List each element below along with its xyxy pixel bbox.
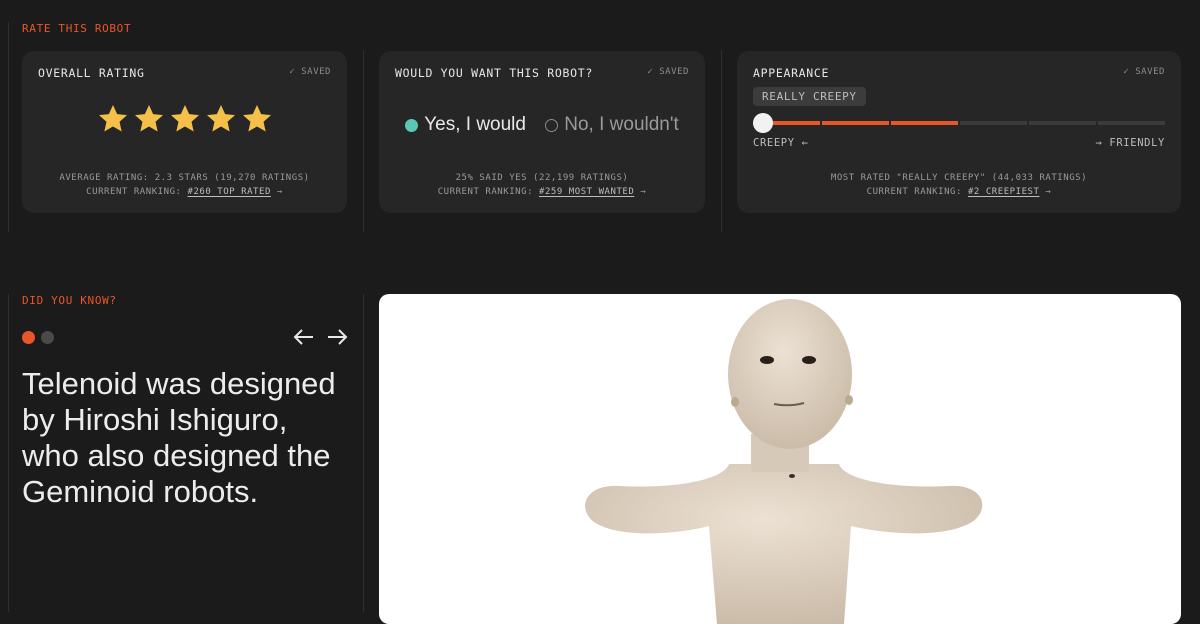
radio-no[interactable]: No, I wouldn't bbox=[545, 114, 679, 136]
fact-text: Telenoid was designed by Hiroshi Ishigur… bbox=[22, 366, 336, 509]
radio-yes-label: Yes, I would bbox=[424, 114, 526, 135]
slider-segment[interactable] bbox=[1029, 121, 1096, 125]
radio-selected-icon bbox=[405, 118, 419, 132]
carousel-pagination bbox=[22, 331, 60, 349]
appearance-card: APPEARANCE ✓ SAVED REALLY CREEPY CREEPY … bbox=[737, 51, 1181, 213]
carousel-dot[interactable] bbox=[22, 331, 35, 344]
star-icon[interactable] bbox=[97, 103, 129, 135]
appearance-stats: MOST RATED "REALLY CREEPY" (44,033 RATIN… bbox=[737, 171, 1181, 199]
previous-arrow-icon[interactable] bbox=[292, 326, 316, 348]
divider-center-1 bbox=[363, 50, 364, 232]
star-icon[interactable] bbox=[133, 103, 165, 135]
slider-segment[interactable] bbox=[891, 121, 958, 125]
telenoid-robot-picture bbox=[585, 299, 983, 624]
radio-yes[interactable]: Yes, I would bbox=[405, 114, 526, 136]
creepiest-ranking-link[interactable]: #2 CREEPIEST bbox=[968, 187, 1040, 197]
carousel-dot[interactable] bbox=[41, 331, 54, 344]
want-stats: 25% SAID YES (22,199 RATINGS) CURRENT RA… bbox=[379, 171, 705, 199]
slider-segment[interactable] bbox=[822, 121, 889, 125]
card-title: WOULD YOU WANT THIS ROBOT? bbox=[395, 66, 593, 80]
arrow-right-icon: → bbox=[634, 187, 647, 197]
friendly-label: → FRIENDLY bbox=[1095, 137, 1165, 149]
ranking-prefix: CURRENT RANKING: bbox=[866, 187, 962, 197]
arrow-right-icon: → bbox=[1039, 187, 1052, 197]
divider-left-lower bbox=[8, 294, 9, 612]
overall-rating-card: OVERALL RATING ✓ SAVED AVERAGE RATING: 2… bbox=[22, 51, 347, 213]
rating-stats: AVERAGE RATING: 2.3 STARS (19,270 RATING… bbox=[22, 171, 347, 199]
want-robot-radio-group: Yes, I would No, I wouldn't bbox=[379, 114, 705, 138]
star-rating[interactable] bbox=[22, 103, 347, 140]
appearance-slider-handle[interactable] bbox=[753, 113, 773, 133]
star-icon[interactable] bbox=[205, 103, 237, 135]
did-you-know-label: DID YOU KNOW? bbox=[22, 294, 117, 307]
slider-segment[interactable] bbox=[1098, 121, 1165, 125]
ranking-line: CURRENT RANKING: #2 CREEPIEST → bbox=[737, 185, 1181, 199]
ranking-line: CURRENT RANKING: #259 MOST WANTED → bbox=[379, 185, 705, 199]
star-icon[interactable] bbox=[169, 103, 201, 135]
slider-segment[interactable] bbox=[960, 121, 1027, 125]
most-rated-text: MOST RATED "REALLY CREEPY" (44,033 RATIN… bbox=[830, 173, 1088, 183]
card-title: OVERALL RATING bbox=[38, 66, 145, 80]
appearance-slider-track[interactable] bbox=[753, 121, 1165, 125]
ranking-line: CURRENT RANKING: #260 TOP RATED → bbox=[22, 185, 347, 199]
saved-status: ✓ SAVED bbox=[647, 67, 689, 77]
creepy-label: CREEPY ← bbox=[753, 137, 809, 149]
appearance-value-badge: REALLY CREEPY bbox=[753, 87, 866, 106]
divider-center-lower bbox=[363, 294, 364, 612]
said-yes-text: 25% SAID YES (22,199 RATINGS) bbox=[455, 173, 629, 183]
top-rated-ranking-link[interactable]: #260 TOP RATED bbox=[187, 187, 270, 197]
radio-unselected-icon bbox=[545, 118, 559, 132]
ranking-prefix: CURRENT RANKING: bbox=[437, 187, 534, 197]
star-icon[interactable] bbox=[241, 103, 273, 135]
saved-status: ✓ SAVED bbox=[289, 67, 331, 77]
saved-status: ✓ SAVED bbox=[1123, 67, 1165, 77]
radio-no-label: No, I wouldn't bbox=[564, 114, 679, 135]
rate-section-label: RATE THIS ROBOT bbox=[22, 22, 132, 35]
card-title: APPEARANCE bbox=[753, 66, 830, 80]
robot-image bbox=[379, 294, 1181, 624]
arrow-right-icon: → bbox=[270, 187, 283, 197]
divider-left bbox=[8, 22, 9, 232]
most-wanted-ranking-link[interactable]: #259 MOST WANTED bbox=[539, 187, 634, 197]
ranking-prefix: CURRENT RANKING: bbox=[86, 187, 182, 197]
next-arrow-icon[interactable] bbox=[325, 326, 349, 348]
average-rating-text: AVERAGE RATING: 2.3 STARS (19,270 RATING… bbox=[59, 173, 310, 183]
divider-center-2 bbox=[721, 50, 722, 232]
want-robot-card: WOULD YOU WANT THIS ROBOT? ✓ SAVED Yes, … bbox=[379, 51, 705, 213]
